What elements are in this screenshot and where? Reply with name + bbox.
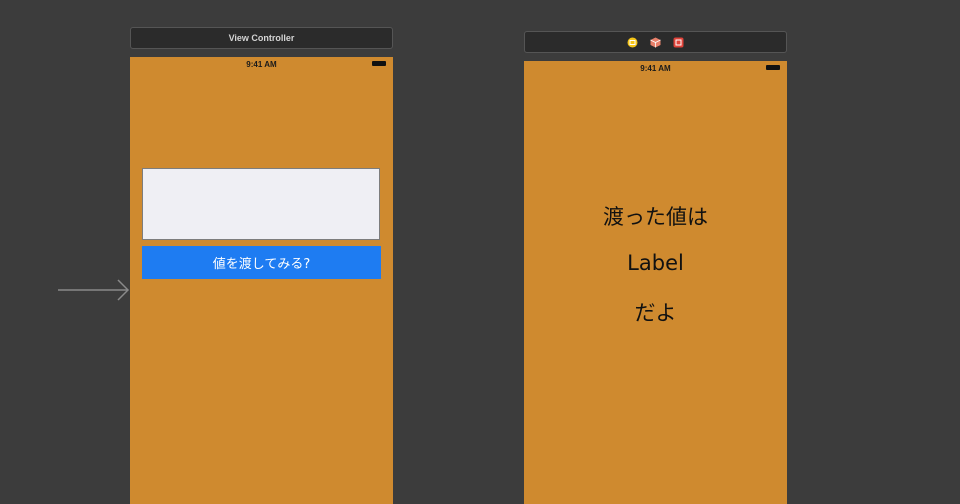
- label-passed-value-heading: 渡った値は: [603, 205, 708, 229]
- view-controller-icon[interactable]: [627, 37, 638, 48]
- pass-value-button[interactable]: 値を渡してみる?: [142, 246, 381, 279]
- scene-bar-second[interactable]: [524, 31, 787, 53]
- status-time: 9:41 AM: [246, 60, 277, 69]
- second-scene-screen: 9:41 AM 渡った値は Label だよ: [524, 61, 787, 504]
- label-suffix: だよ: [634, 301, 677, 325]
- first-responder-icon[interactable]: [650, 37, 661, 48]
- text-field[interactable]: [142, 168, 380, 240]
- status-time: 9:41 AM: [640, 64, 671, 73]
- first-scene-screen: 9:41 AM 値を渡してみる?: [130, 57, 393, 504]
- exit-icon[interactable]: [673, 37, 684, 48]
- battery-icon: [372, 61, 386, 66]
- scene-title: View Controller: [228, 33, 295, 43]
- label-value: Label: [627, 251, 684, 275]
- battery-icon: [766, 65, 780, 70]
- scene-bar-view-controller[interactable]: View Controller: [130, 27, 393, 49]
- entry-point-arrow-icon[interactable]: [58, 278, 132, 302]
